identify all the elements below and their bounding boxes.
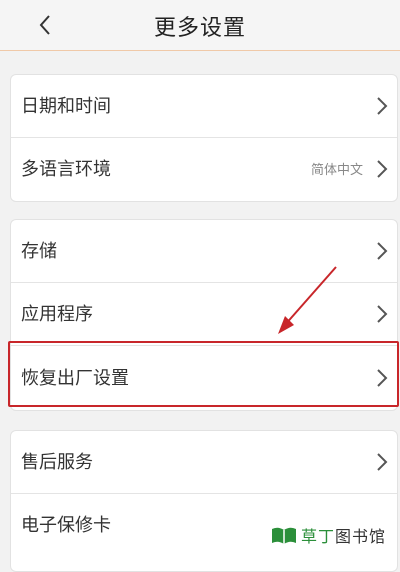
chevron-right-icon [377, 453, 388, 471]
settings-item-label: 日期和时间 [21, 96, 111, 117]
annotation-highlight-box [8, 341, 399, 407]
book-logo-icon [271, 527, 296, 544]
settings-item-label: 存储 [21, 241, 57, 262]
page-title: 更多设置 [153, 16, 246, 41]
chevron-right-icon [377, 305, 388, 323]
settings-item-apps[interactable]: 应用程序 [11, 283, 397, 345]
settings-item-language[interactable]: 多语言环境 简体中文 [11, 138, 397, 200]
chevron-right-icon [377, 97, 388, 115]
header-bar: 更多设置 [0, 0, 400, 51]
chevron-right-icon [377, 160, 388, 178]
settings-item-date-time[interactable]: 日期和时间 [11, 75, 397, 137]
settings-item-storage[interactable]: 存储 [11, 220, 397, 282]
watermark-text: 草丁图书馆 [300, 527, 386, 546]
settings-item-label: 多语言环境 [21, 159, 111, 180]
settings-item-after-sales[interactable]: 售后服务 [11, 431, 397, 493]
settings-item-value: 简体中文 [310, 163, 363, 178]
settings-group-general: 日期和时间 多语言环境 简体中文 [10, 74, 398, 202]
settings-item-label: 应用程序 [21, 304, 93, 325]
settings-item-label: 售后服务 [21, 452, 93, 473]
settings-group-service: 售后服务 电子保修卡 [10, 430, 398, 572]
chevron-right-icon [377, 242, 388, 260]
settings-item-label: 电子保修卡 [21, 515, 111, 536]
watermark: 草丁图书馆 [265, 521, 390, 549]
